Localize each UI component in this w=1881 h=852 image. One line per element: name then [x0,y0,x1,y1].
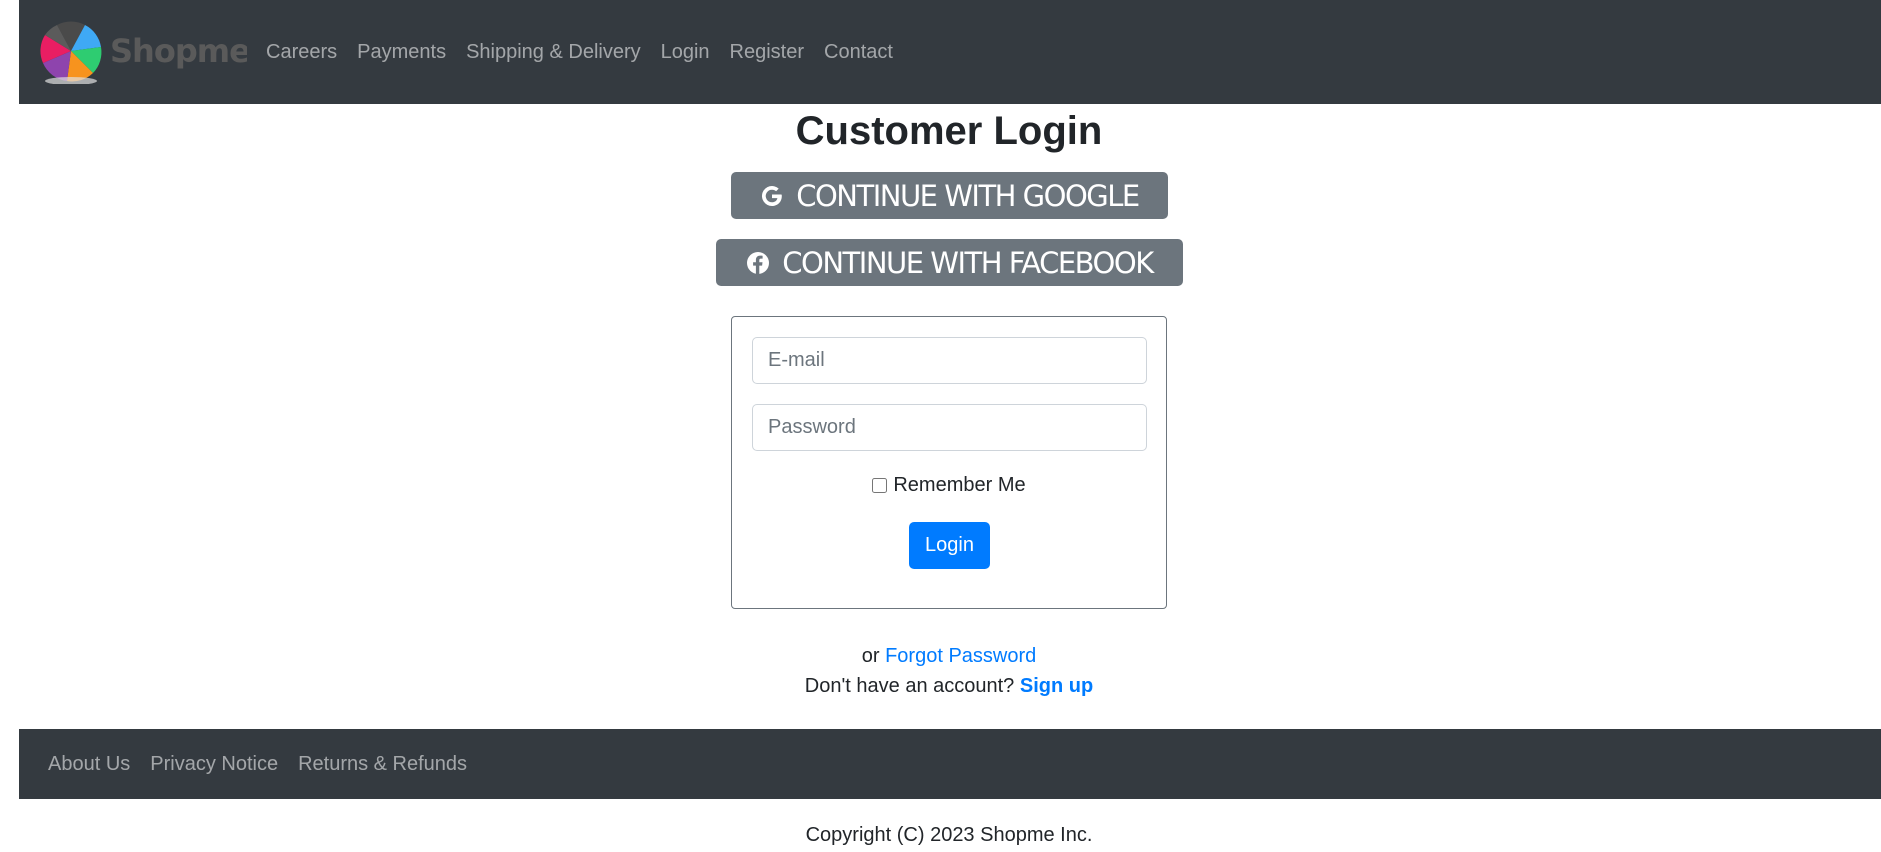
remember-me-row: Remember Me [732,474,1166,497]
facebook-button-label: CONTINUE WITH FACEBOOK [782,245,1154,280]
copyright-text: Copyright (C) 2023 Shopme Inc. [805,824,1093,846]
shopme-logo[interactable]: Shopme [37,18,251,85]
footer-link-returns-refunds[interactable]: Returns & Refunds [288,753,477,776]
forgot-password-row: or Forgot Password [0,643,1881,669]
remember-me-label: Remember Me [893,474,1026,496]
nav-link-careers[interactable]: Careers [256,41,347,64]
forgot-password-link[interactable]: Forgot Password [885,645,1036,667]
remember-me-checkbox[interactable] [872,478,888,493]
nav-link-contact[interactable]: Contact [814,41,903,64]
top-navbar: Shopme Careers Payments Shipping & Deliv… [19,0,1881,104]
logo-text: Shopme [110,32,247,70]
footer-link-privacy-notice[interactable]: Privacy Notice [140,753,288,776]
footer-link-about-us[interactable]: About Us [38,753,140,776]
continue-with-facebook-button[interactable]: CONTINUE WITH FACEBOOK [716,239,1183,286]
main-nav: Careers Payments Shipping & Delivery Log… [256,0,903,104]
page-title: Customer Login [795,109,1103,153]
facebook-icon [746,251,770,275]
signup-row: Don't have an account? Sign up [0,673,1881,699]
login-form: Remember Me Login [731,316,1167,609]
nav-link-payments[interactable]: Payments [347,41,456,64]
email-input[interactable] [752,337,1147,384]
footer-navbar: About Us Privacy Notice Returns & Refund… [19,729,1881,799]
signup-prefix: Don't have an account? [804,675,1015,697]
password-input[interactable] [752,404,1147,451]
google-icon [760,184,784,208]
sign-up-link[interactable]: Sign up [1020,675,1093,697]
nav-link-login[interactable]: Login [651,41,720,64]
google-button-label: CONTINUE WITH GOOGLE [796,178,1140,213]
page: Shopme Careers Payments Shipping & Deliv… [0,0,1881,852]
nav-link-register[interactable]: Register [720,41,814,64]
continue-with-google-button[interactable]: CONTINUE WITH GOOGLE [731,172,1168,219]
nav-link-shipping-delivery[interactable]: Shipping & Delivery [456,41,651,64]
login-button[interactable]: Login [909,522,990,569]
forgot-prefix: or [861,645,880,667]
